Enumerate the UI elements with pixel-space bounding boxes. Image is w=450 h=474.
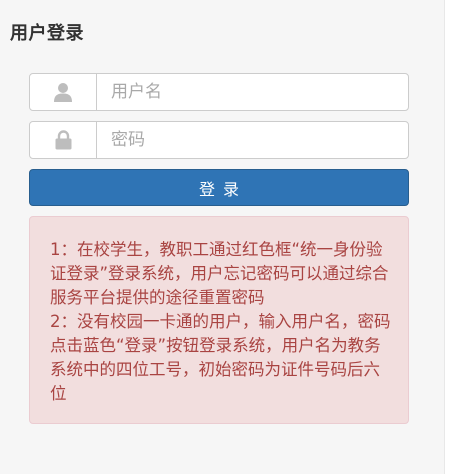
lock-icon bbox=[30, 122, 97, 158]
login-notice: 1：在校学生，教职工通过红色框“统一身份验证登录”登录系统，用户忘记密码可以通过… bbox=[29, 216, 409, 424]
password-input[interactable] bbox=[97, 122, 408, 158]
notice-line-2: 2：没有校园一卡通的用户，输入用户名，密码点击蓝色“登录”按钮登录系统，用户名为… bbox=[50, 312, 391, 403]
notice-line-1: 1：在校学生，教职工通过红色框“统一身份验证登录”登录系统，用户忘记密码可以通过… bbox=[50, 240, 389, 307]
user-icon bbox=[30, 74, 97, 110]
username-input[interactable] bbox=[97, 74, 408, 110]
page-title: 用户登录 bbox=[10, 23, 84, 44]
password-input-group bbox=[29, 121, 409, 159]
username-input-group bbox=[29, 73, 409, 111]
login-button[interactable]: 登录 bbox=[29, 169, 409, 206]
scrollbar-track[interactable] bbox=[444, 0, 450, 474]
login-panel: 用户登录 登录 1：在校学生，教职工通过红色框“统一身份验证登录”登录系统，用户… bbox=[0, 0, 444, 474]
